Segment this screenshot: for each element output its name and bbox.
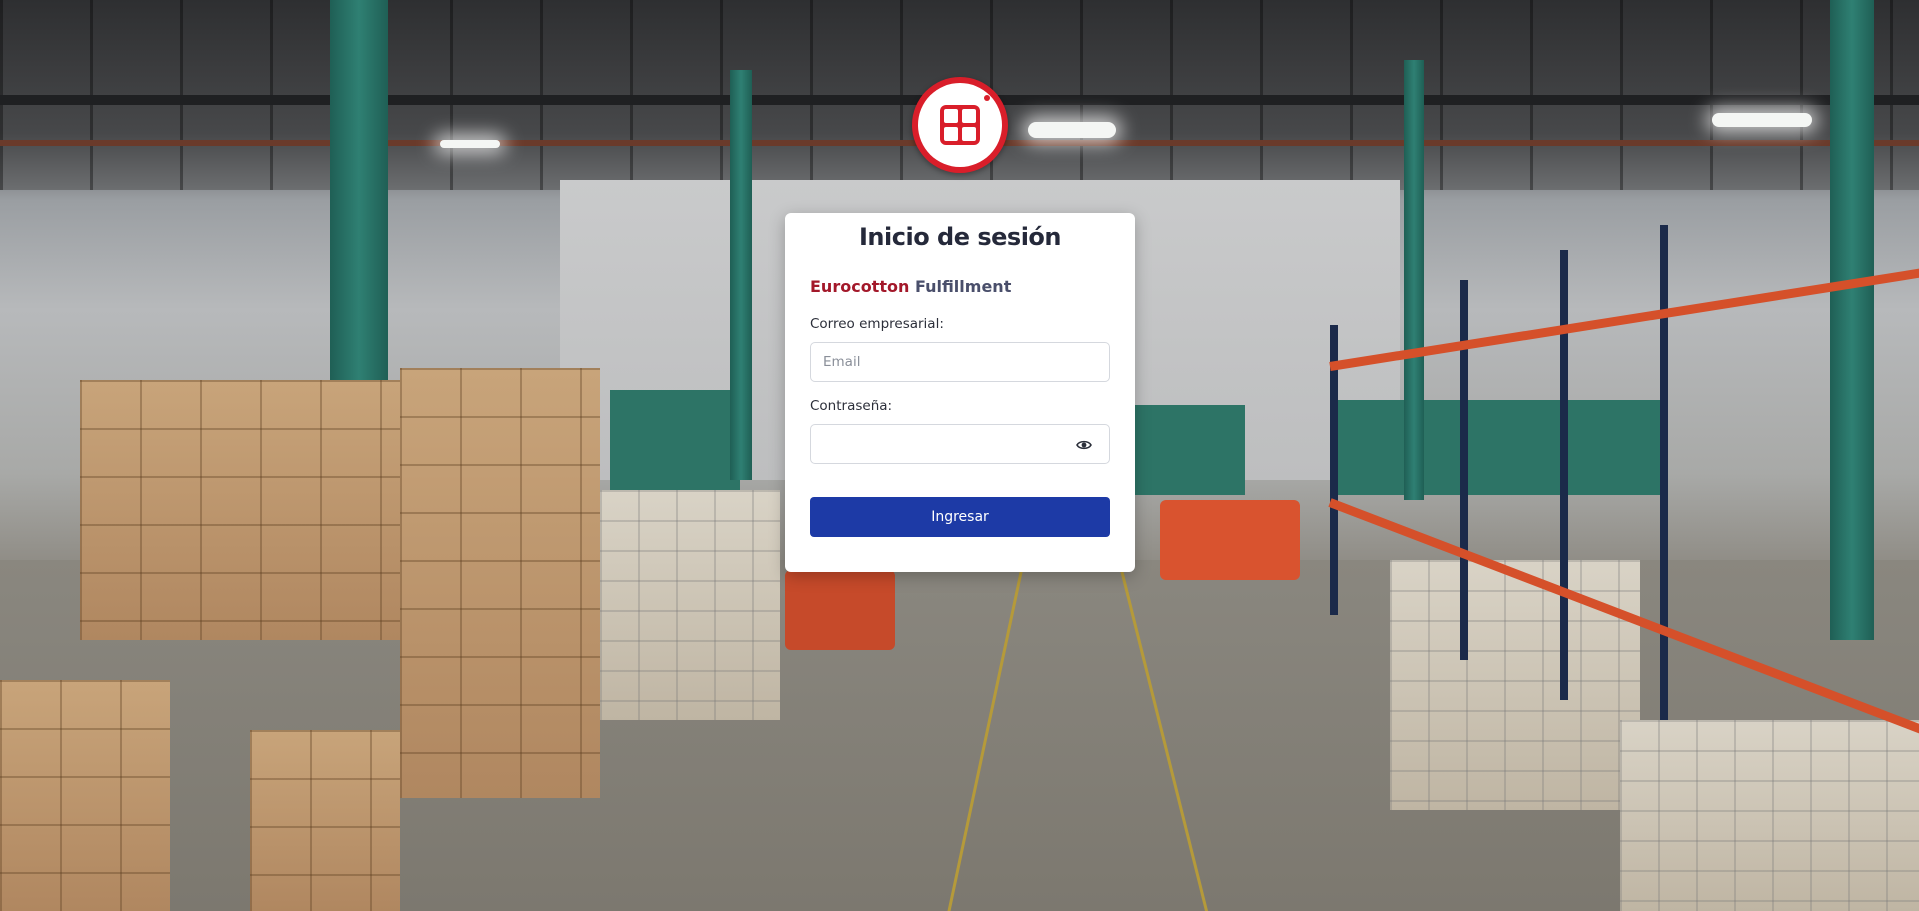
- login-card: Inicio de sesión Eurocotton Fulfillment …: [785, 213, 1135, 572]
- pillar: [1830, 0, 1874, 640]
- rack-upright: [1560, 250, 1568, 700]
- eurocotton-logo-icon: [912, 77, 1008, 173]
- box-stack: [0, 680, 170, 911]
- eye-icon[interactable]: [1076, 437, 1092, 451]
- forklift: [785, 570, 895, 650]
- pillar: [1404, 60, 1424, 500]
- rack-upright: [1660, 225, 1668, 720]
- brand-name: Eurocotton Fulfillment: [810, 277, 1110, 296]
- pillar: [730, 70, 752, 480]
- brand-name-part2: Fulfillment: [914, 277, 1012, 296]
- password-field-wrap: [810, 424, 1110, 464]
- email-field-wrap: [810, 342, 1110, 382]
- forklift: [1160, 500, 1300, 580]
- pillar: [330, 0, 388, 400]
- green-wall-panel: [1135, 405, 1245, 495]
- email-input[interactable]: [810, 342, 1110, 382]
- brand-name-part1: Eurocotton: [810, 277, 910, 296]
- registered-mark-icon: [984, 95, 990, 101]
- login-button[interactable]: Ingresar: [810, 497, 1110, 537]
- green-wall-panel: [1335, 400, 1665, 495]
- ceiling-light: [1712, 113, 1812, 127]
- box-stack: [250, 730, 400, 911]
- box-stack: [80, 380, 400, 640]
- box-stack: [600, 490, 780, 720]
- ceiling-light: [440, 140, 500, 148]
- box-stack: [1390, 560, 1640, 810]
- green-wall-panel: [610, 390, 740, 490]
- page-title: Inicio de sesión: [859, 223, 1062, 251]
- password-input[interactable]: [810, 424, 1110, 464]
- box-stack: [400, 368, 600, 798]
- email-label: Correo empresarial:: [810, 316, 944, 332]
- login-page: Inicio de sesión Eurocotton Fulfillment …: [0, 0, 1919, 911]
- box-stack: [1620, 720, 1919, 911]
- ceiling-light: [1028, 122, 1116, 138]
- password-label: Contraseña:: [810, 398, 893, 414]
- rack-upright: [1460, 280, 1468, 660]
